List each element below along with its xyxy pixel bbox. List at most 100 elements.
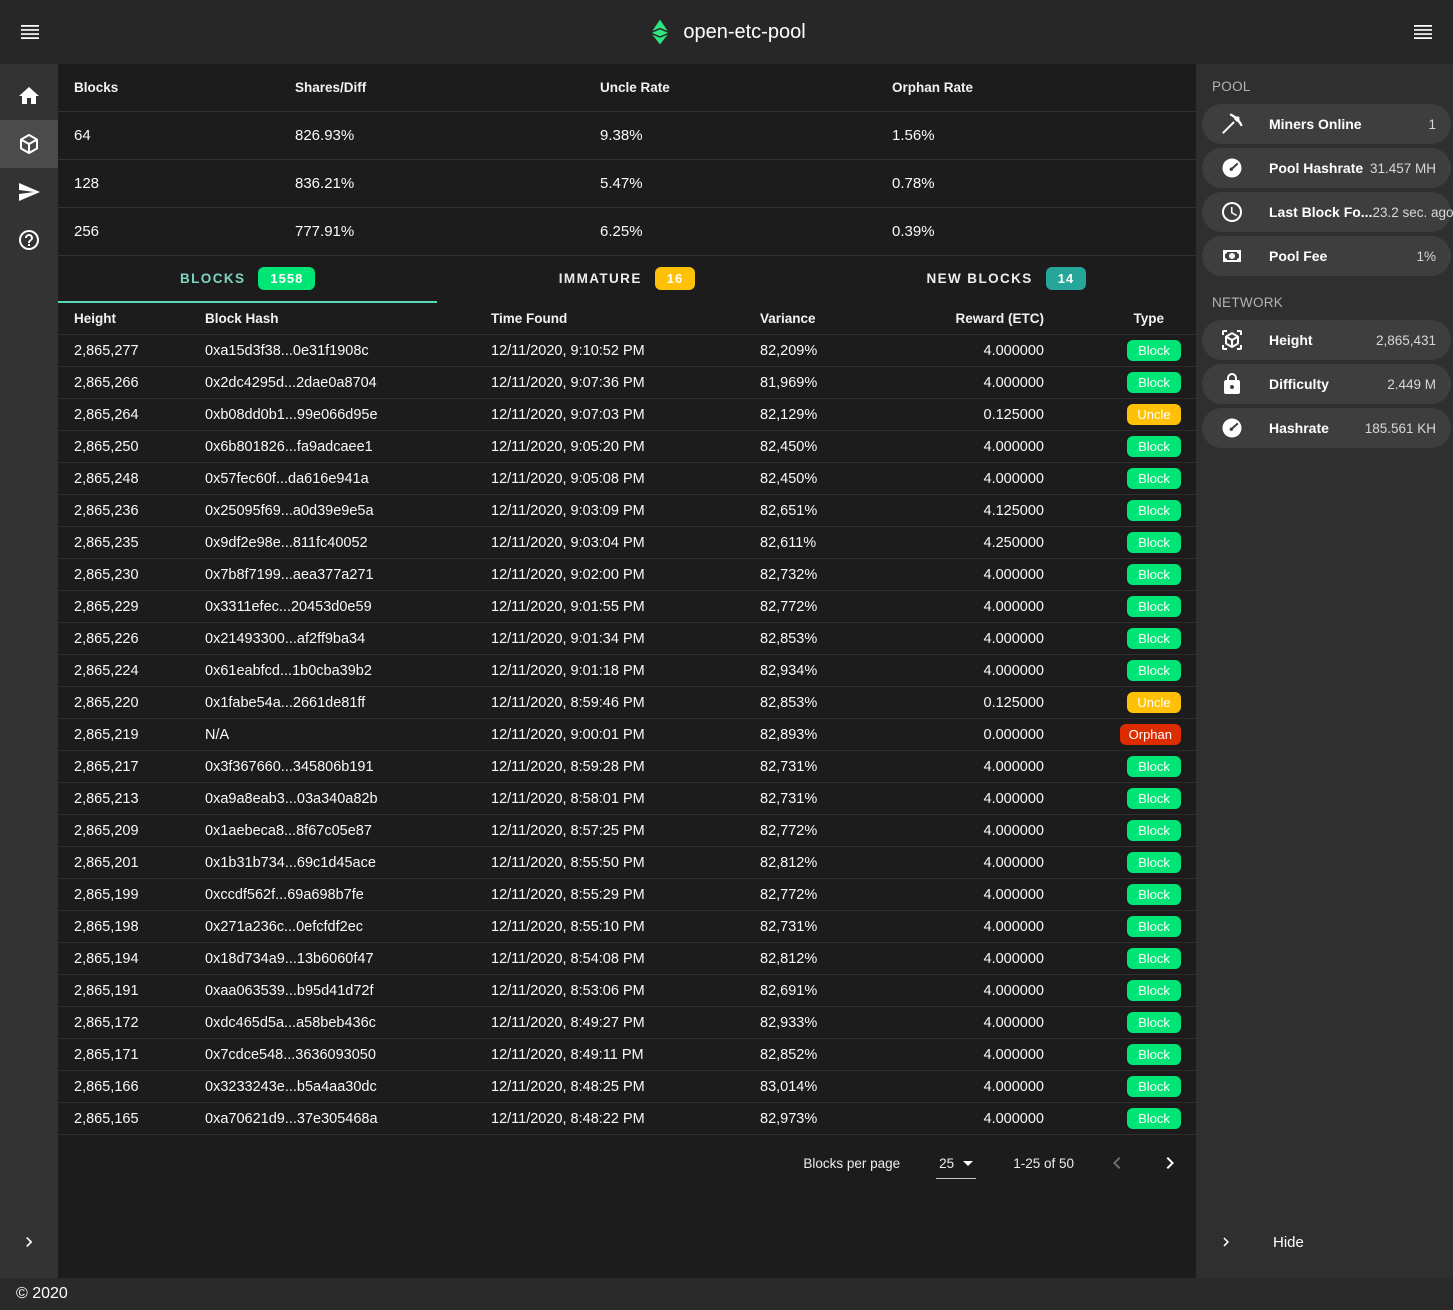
block-row: 2,865,2350x9df2e98e...811fc4005212/11/20… (58, 527, 1196, 559)
block-reward: 4.250000 (910, 535, 1044, 551)
chevron-right-icon (1158, 1151, 1182, 1175)
block-time: 12/11/2020, 8:59:28 PM (491, 759, 760, 775)
block-row: 2,865,2770xa15d3f38...0e31f1908c12/11/20… (58, 335, 1196, 367)
block-height: 2,865,235 (58, 535, 205, 551)
sidebar-item-label: Pool Fee (1269, 248, 1327, 264)
block-variance: 82,893% (760, 727, 910, 743)
block-variance: 81,969% (760, 375, 910, 391)
stats-cell: 9.38% (600, 127, 892, 144)
type-badge-block: Block (1127, 948, 1181, 969)
rail-item-blocks[interactable] (0, 120, 58, 168)
block-hash: 0x25095f69...a0d39e9e5a (205, 503, 491, 519)
rail-item-payments[interactable] (0, 168, 58, 216)
tab-immature[interactable]: IMMATURE16 (437, 256, 816, 303)
block-reward: 4.000000 (910, 343, 1044, 359)
block-reward: 4.000000 (910, 599, 1044, 615)
block-type-cell: Block (1044, 1108, 1196, 1129)
block-reward: 4.125000 (910, 503, 1044, 519)
sidebar-item-label: Hashrate (1269, 420, 1329, 436)
block-type-cell: Block (1044, 340, 1196, 361)
app-title: open-etc-pool (683, 21, 805, 44)
stats-header-cell: Blocks (58, 80, 295, 95)
rail-item-home[interactable] (0, 72, 58, 120)
per-page-select[interactable]: 25 (936, 1154, 976, 1179)
block-reward: 4.000000 (910, 375, 1044, 391)
sidebar-item-value: 2,865,431 (1376, 333, 1436, 348)
block-height: 2,865,209 (58, 823, 205, 839)
block-reward: 4.000000 (910, 983, 1044, 999)
copyright-text: © 2020 (16, 1285, 68, 1303)
chevron-right-icon (1217, 1233, 1235, 1251)
sidebar-item-value: 23.2 sec. ago (1372, 205, 1453, 220)
tab-blocks[interactable]: BLOCKS1558 (58, 256, 437, 303)
block-type-cell: Block (1044, 436, 1196, 457)
rail-expand-button[interactable] (0, 1218, 58, 1266)
next-page-button[interactable] (1157, 1150, 1183, 1176)
blocks-header-cell: Reward (ETC) (910, 311, 1044, 326)
blocks-header-cell: Variance (760, 311, 910, 326)
sidebar-item-last-block-fo-[interactable]: Last Block Fo...23.2 sec. ago (1202, 192, 1451, 232)
block-reward: 0.000000 (910, 727, 1044, 743)
block-hash: 0x3311efec...20453d0e59 (205, 599, 491, 615)
sidebar-item-hashrate[interactable]: Hashrate185.561 KH (1202, 408, 1451, 448)
type-badge-block: Block (1127, 628, 1181, 649)
tab-count-badge: 14 (1046, 267, 1086, 290)
stats-cell: 256 (58, 223, 295, 240)
block-row: 2,865,2360x25095f69...a0d39e9e5a12/11/20… (58, 495, 1196, 527)
menu-button-left[interactable] (6, 8, 54, 56)
sidebar-item-pool-fee[interactable]: Pool Fee1% (1202, 236, 1451, 276)
block-type-cell: Block (1044, 756, 1196, 777)
tab-new-blocks[interactable]: NEW BLOCKS14 (817, 256, 1196, 303)
app-logo: open-etc-pool (0, 19, 1453, 45)
block-hash: 0x3233243e...b5a4aa30dc (205, 1079, 491, 1095)
stats-cell: 1.56% (892, 127, 1196, 144)
type-badge-block: Block (1127, 1012, 1181, 1033)
sidebar-item-pool-hashrate[interactable]: Pool Hashrate31.457 MH (1202, 148, 1451, 188)
tab-label: BLOCKS (180, 271, 245, 286)
rail-item-help[interactable] (0, 216, 58, 264)
block-type-cell: Uncle (1044, 692, 1196, 713)
block-time: 12/11/2020, 8:57:25 PM (491, 823, 760, 839)
type-badge-block: Block (1127, 468, 1181, 489)
block-variance: 82,691% (760, 983, 910, 999)
per-page-value: 25 (939, 1156, 954, 1171)
stats-cell: 0.39% (892, 223, 1196, 240)
block-row: 2,865,2500x6b801826...fa9adcaee112/11/20… (58, 431, 1196, 463)
type-badge-block: Block (1127, 852, 1181, 873)
sidebar-hide-button[interactable]: Hide (1196, 1220, 1453, 1264)
block-height: 2,865,219 (58, 727, 205, 743)
block-time: 12/11/2020, 9:10:52 PM (491, 343, 760, 359)
type-badge-block: Block (1127, 788, 1181, 809)
block-height: 2,865,201 (58, 855, 205, 871)
block-row: 2,865,1710x7cdce548...363609305012/11/20… (58, 1039, 1196, 1071)
sidebar-item-label: Difficulty (1269, 376, 1329, 392)
sidebar-item-height[interactable]: Height2,865,431 (1202, 320, 1451, 360)
tab-label: IMMATURE (559, 271, 642, 286)
block-reward: 4.000000 (910, 759, 1044, 775)
sidebar-item-miners-online[interactable]: Miners Online1 (1202, 104, 1451, 144)
block-hash: 0x9df2e98e...811fc40052 (205, 535, 491, 551)
prev-page-button[interactable] (1104, 1150, 1130, 1176)
type-badge-block: Block (1127, 436, 1181, 457)
block-height: 2,865,277 (58, 343, 205, 359)
block-hash: 0x7b8f7199...aea377a271 (205, 567, 491, 583)
blocks-header-cell: Block Hash (205, 311, 491, 326)
sidebar-item-label: Pool Hashrate (1269, 160, 1363, 176)
block-type-cell: Block (1044, 884, 1196, 905)
block-height: 2,865,248 (58, 471, 205, 487)
stats-cell: 777.91% (295, 223, 600, 240)
block-height: 2,865,213 (58, 791, 205, 807)
sidebar-item-difficulty[interactable]: Difficulty2.449 M (1202, 364, 1451, 404)
block-row: 2,865,1990xccdf562f...69a698b7fe12/11/20… (58, 879, 1196, 911)
block-time: 12/11/2020, 9:05:08 PM (491, 471, 760, 487)
type-badge-block: Block (1127, 756, 1181, 777)
block-row: 2,865,2290x3311efec...20453d0e5912/11/20… (58, 591, 1196, 623)
stats-header-row: BlocksShares/DiffUncle RateOrphan Rate (58, 64, 1196, 112)
stats-cell: 826.93% (295, 127, 600, 144)
menu-icon (1411, 20, 1435, 44)
block-variance: 82,812% (760, 855, 910, 871)
home-icon (17, 84, 41, 108)
block-reward: 4.000000 (910, 887, 1044, 903)
menu-button-right[interactable] (1399, 8, 1447, 56)
block-reward: 4.000000 (910, 951, 1044, 967)
